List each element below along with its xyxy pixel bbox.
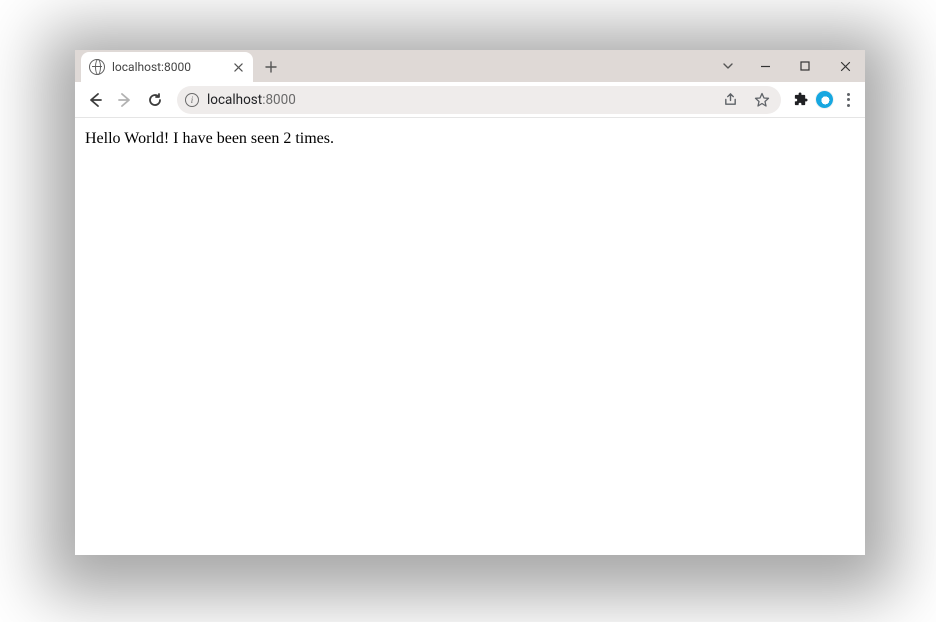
extension-badge-icon[interactable] bbox=[813, 89, 835, 111]
back-button[interactable] bbox=[81, 86, 109, 114]
extensions-puzzle-icon[interactable] bbox=[789, 89, 811, 111]
close-tab-button[interactable] bbox=[231, 60, 245, 74]
share-icon[interactable] bbox=[719, 89, 741, 111]
maximize-button[interactable] bbox=[785, 50, 825, 82]
page-body-text: Hello World! I have been seen 2 times. bbox=[85, 130, 855, 148]
kebab-icon bbox=[843, 93, 854, 107]
menu-button[interactable] bbox=[837, 89, 859, 111]
url-port: :8000 bbox=[262, 92, 296, 108]
active-tab[interactable]: localhost:8000 bbox=[81, 52, 253, 82]
globe-icon bbox=[89, 59, 105, 75]
new-tab-button[interactable] bbox=[257, 53, 285, 81]
tab-title: localhost:8000 bbox=[112, 60, 224, 74]
tab-strip: localhost:8000 bbox=[75, 50, 865, 82]
bookmark-star-icon[interactable] bbox=[751, 89, 773, 111]
url-host: localhost bbox=[207, 92, 262, 108]
browser-window: localhost:8000 bbox=[75, 50, 865, 555]
page-content: Hello World! I have been seen 2 times. bbox=[75, 118, 865, 555]
site-info-icon[interactable]: i bbox=[185, 93, 199, 107]
minimize-button[interactable] bbox=[745, 50, 785, 82]
window-controls bbox=[711, 50, 865, 82]
address-bar[interactable]: i localhost:8000 bbox=[177, 86, 781, 114]
forward-button[interactable] bbox=[111, 86, 139, 114]
close-window-button[interactable] bbox=[825, 50, 865, 82]
tab-search-button[interactable] bbox=[711, 50, 745, 82]
toolbar: i localhost:8000 bbox=[75, 82, 865, 118]
reload-button[interactable] bbox=[141, 86, 169, 114]
url-text: localhost:8000 bbox=[207, 92, 296, 108]
